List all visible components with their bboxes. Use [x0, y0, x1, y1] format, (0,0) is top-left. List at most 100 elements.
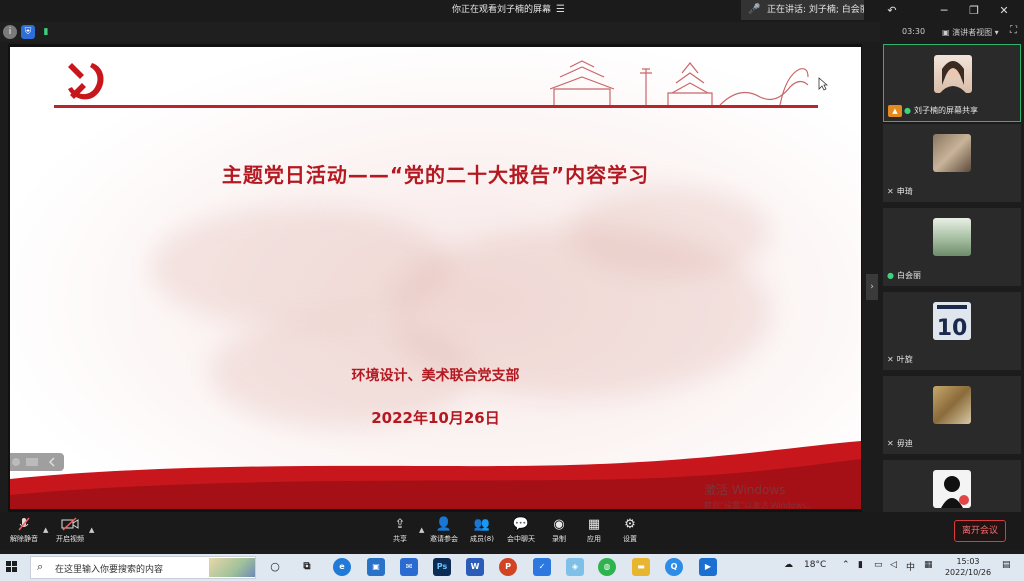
header-divider	[54, 105, 818, 108]
share-button[interactable]: ⇪ 共享	[378, 516, 422, 548]
info-icon[interactable]: i	[3, 25, 17, 39]
avatar	[933, 218, 971, 256]
photoshop-icon[interactable]: Ps	[433, 558, 451, 576]
mic-muted-icon: 🎤	[748, 4, 761, 15]
viewing-text: 你正在观看刘子楠的屏幕	[452, 5, 552, 15]
video-options-caret[interactable]: ▲	[89, 526, 94, 534]
participant-tile[interactable]: ● 白会丽	[883, 208, 1021, 286]
panel-header: 03:30 ▣ 演讲者视图 ▾ ⛶	[880, 22, 1024, 42]
search-highlight-image	[209, 558, 255, 577]
close-button[interactable]: ✕	[990, 0, 1018, 22]
meeting-app-icon[interactable]: ▶	[699, 558, 717, 576]
participant-tile[interactable]: ✕ 申琦	[883, 124, 1021, 202]
meeting-toolbar: 解除静音 ▲ 开启视频 ▲ ⇪ 共享 ▲ 👤 邀请参会 👥 成员(8) 💬 会中…	[0, 512, 1024, 550]
network-app-icon[interactable]: ◈	[566, 558, 584, 576]
task-view-icon[interactable]: ⧉	[298, 558, 316, 576]
signal-icon[interactable]: ▮	[39, 25, 53, 39]
ime-indicator[interactable]: 中	[906, 560, 915, 573]
taskbar-search-box[interactable]: ⌕ 在这里输入你要搜索的内容	[30, 556, 256, 579]
avatar	[933, 134, 971, 172]
tencent-meeting-icon[interactable]: ✓	[533, 558, 551, 576]
start-video-button[interactable]: 开启视频	[48, 516, 92, 548]
view-mode-label: 演讲者视图	[952, 28, 993, 37]
svg-text:10: 10	[937, 316, 968, 340]
powerpoint-icon[interactable]: P	[499, 558, 517, 576]
mouse-cursor-icon	[818, 77, 828, 91]
weather-icon[interactable]: ☁	[784, 560, 793, 570]
mic-muted-icon: ✕	[887, 439, 894, 448]
windows-taskbar: ⌕ 在这里输入你要搜索的内容 ○ ⧉ e ▣ ✉ Ps W P ✓ ◈ ◍ ▬ …	[0, 554, 1024, 581]
landmarks-illustration	[550, 60, 809, 106]
participant-label: ✕ 毋迪	[887, 438, 913, 450]
settings-label: 设置	[623, 535, 637, 543]
shield-icon[interactable]: ⛨	[21, 25, 35, 39]
participant-tile[interactable]: ✕ 毋迪	[883, 376, 1021, 454]
participant-name: 白会丽	[896, 271, 921, 280]
show-hidden-icons[interactable]: ⌃	[842, 560, 850, 570]
temperature[interactable]: 18°C	[804, 560, 826, 570]
participant-tile[interactable]: ▲ ● 刘子楠的屏幕共享	[883, 44, 1021, 122]
unmute-label: 解除静音	[10, 535, 38, 543]
ime-mode-icon[interactable]: ▦	[924, 560, 933, 570]
leave-meeting-button[interactable]: 离开会议	[954, 520, 1006, 542]
members-icon: 👥	[473, 517, 491, 532]
participant-label: ● 白会丽	[887, 270, 921, 282]
fullscreen-icon[interactable]: ⛶	[1010, 25, 1017, 36]
participant-tile[interactable]: 10 ✕ 叶旋	[883, 292, 1021, 370]
slide-controls[interactable]	[10, 453, 64, 471]
word-icon[interactable]: W	[466, 558, 484, 576]
participant-label: ▲ ● 刘子楠的屏幕共享	[888, 105, 978, 117]
participant-label: ✕ 申琦	[887, 186, 913, 198]
mic-muted-icon: ✕	[887, 187, 894, 196]
cortana-icon[interactable]: ○	[266, 558, 284, 576]
title-bar: 你正在观看刘子楠的屏幕 ☰ 🎤 正在讲话: 刘子楠; 白会丽; ↶ ─ ❐ ✕	[0, 0, 1024, 22]
windows-activation-hint: 转到“设置”以激活 Windows。	[704, 501, 815, 509]
meeting-info-strip: i ⛨ ▮	[0, 22, 880, 42]
store-icon[interactable]: ▣	[367, 558, 385, 576]
gear-icon: ⚙	[624, 517, 636, 532]
mic-on-icon: ●	[887, 271, 894, 280]
viewing-indicator[interactable]: 你正在观看刘子楠的屏幕 ☰	[452, 2, 565, 18]
shared-screen: 主题党日活动——“党的二十大报告”内容学习 环境设计、美术联合党支部 2022年…	[8, 44, 862, 512]
red-wave-decoration	[10, 441, 861, 509]
avatar	[933, 470, 971, 508]
notification-icon[interactable]: ▤	[1002, 560, 1011, 570]
members-button[interactable]: 👥 成员(8)	[460, 516, 504, 548]
unmute-button[interactable]: 解除静音	[2, 516, 46, 548]
party-emblem-icon	[68, 63, 104, 100]
collapse-panel-button[interactable]: ›	[866, 274, 878, 300]
participant-name: 毋迪	[896, 439, 913, 448]
clock-date: 2022/10/26	[944, 568, 992, 577]
participant-tile[interactable]	[883, 460, 1021, 512]
settings-button[interactable]: ⚙ 设置	[608, 516, 652, 548]
clock-time: 15:03	[956, 557, 980, 566]
speaking-indicator: 🎤 正在讲话: 刘子楠; 白会丽;	[741, 0, 864, 20]
file-explorer-icon[interactable]: ▬	[632, 558, 650, 576]
volume-icon[interactable]: ◁	[890, 560, 897, 570]
restore-button[interactable]: ❐	[960, 0, 988, 22]
mail-icon[interactable]: ✉	[400, 558, 418, 576]
windows-activation-watermark: 激活 Windows	[704, 483, 786, 497]
participant-label: ✕ 叶旋	[887, 354, 913, 366]
participant-name: 申琦	[896, 187, 913, 196]
mic-tray-icon[interactable]: ▮	[858, 560, 863, 570]
wechat-icon[interactable]: ◍	[598, 558, 616, 576]
minimize-button[interactable]: ─	[930, 0, 958, 22]
speaking-text: 正在讲话: 刘子楠; 白会丽;	[767, 5, 864, 15]
meeting-window: 你正在观看刘子楠的屏幕 ☰ 🎤 正在讲话: 刘子楠; 白会丽; ↶ ─ ❐ ✕ …	[0, 0, 1024, 581]
members-label: 成员(8)	[470, 535, 494, 543]
network-icon[interactable]: ▭	[874, 560, 883, 570]
avatar	[933, 386, 971, 424]
view-mode-dropdown[interactable]: ▣ 演讲者视图 ▾	[942, 27, 999, 38]
qq-browser-icon[interactable]: Q	[665, 558, 683, 576]
system-clock[interactable]: 15:03 2022/10/26	[940, 556, 996, 578]
menu-icon[interactable]: ☰	[556, 2, 565, 18]
participant-panel: 03:30 ▣ 演讲者视图 ▾ ⛶ ▲ ● 刘子楠的屏幕共享 ✕ 申琦 ● 白会丽 10…	[880, 22, 1024, 512]
windows-start-icon[interactable]	[6, 561, 18, 573]
mic-on-icon: ●	[904, 106, 911, 115]
slide-title: 主题党日活动——“党的二十大报告”内容学习	[221, 163, 650, 187]
participant-name: 叶旋	[896, 355, 913, 364]
avatar	[934, 55, 972, 93]
back-icon[interactable]: ↶	[878, 0, 906, 22]
edge-icon[interactable]: e	[333, 558, 351, 576]
